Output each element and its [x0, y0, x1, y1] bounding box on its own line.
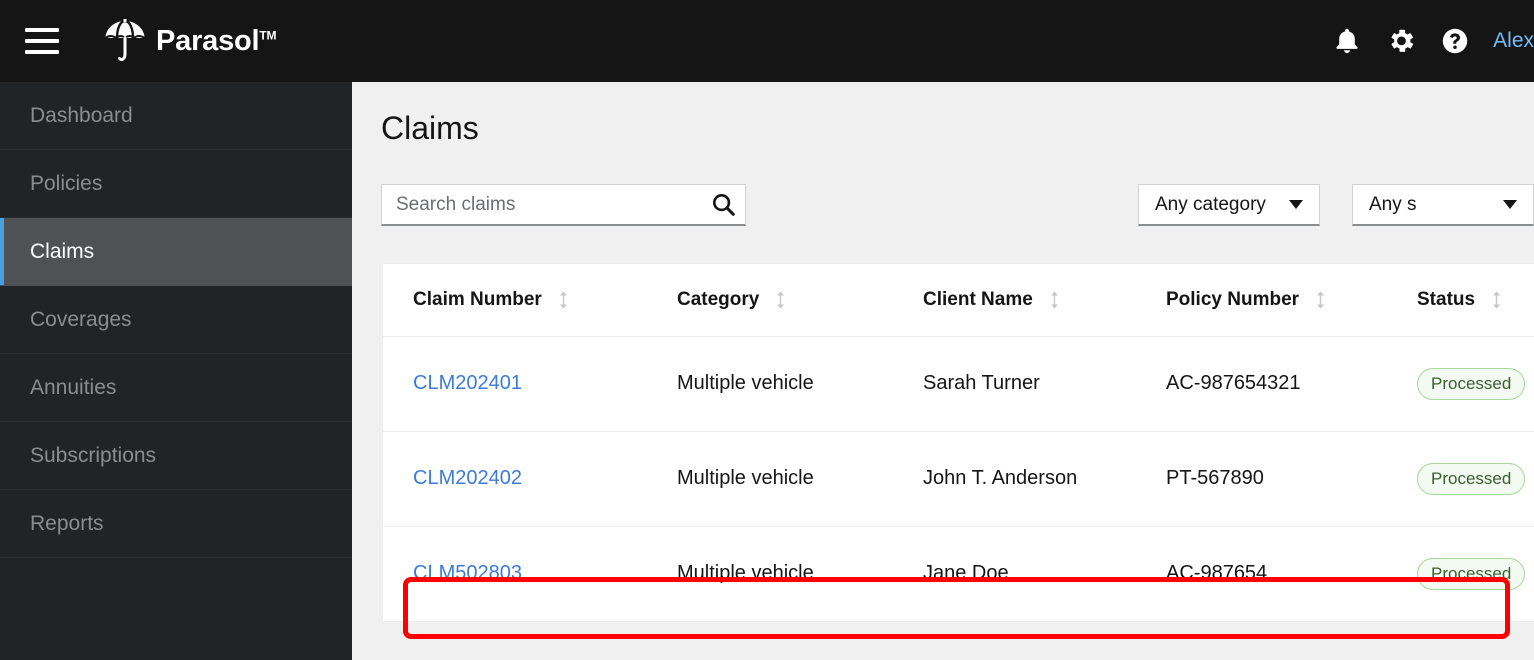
claim-number-link[interactable]: CLM502803 [413, 562, 522, 584]
column-header-category[interactable]: Category [647, 264, 893, 337]
main-content: Claims Any category Any s [352, 82, 1534, 660]
application-window: ParasolTM Alex Dashboard Policies Claims… [0, 0, 1534, 660]
sidebar-navigation: Dashboard Policies Claims Coverages Annu… [0, 82, 352, 660]
column-header-client-name[interactable]: Client Name [893, 264, 1136, 337]
cell-status: Processed [1387, 431, 1534, 527]
brand-trademark: TM [259, 27, 277, 42]
brand-name: ParasolTM [156, 24, 277, 58]
cell-client-name: Sarah Turner [893, 336, 1136, 432]
cell-policy-number: AC-987654 [1166, 562, 1268, 585]
filter-group: Any category Any s [1138, 184, 1534, 226]
search-icon[interactable] [701, 185, 745, 224]
search-input[interactable] [382, 185, 701, 224]
user-menu[interactable]: Alex [1482, 29, 1534, 53]
settings-gear-icon[interactable] [1374, 0, 1428, 82]
sidebar-item-reports[interactable]: Reports [0, 490, 352, 558]
sidebar-item-annuities[interactable]: Annuities [0, 354, 352, 422]
column-header-label: Client Name [923, 288, 1033, 310]
sort-arrows-icon [775, 291, 786, 309]
sort-arrows-icon [558, 291, 569, 309]
status-filter-dropdown[interactable]: Any s [1352, 184, 1534, 226]
table-header-row: Claim Number Category Client Name Policy… [383, 264, 1534, 337]
cell-status: Processed [1387, 336, 1534, 432]
hamburger-bar [25, 39, 59, 43]
masthead-actions: Alex [1320, 0, 1534, 82]
sidebar-item-claims[interactable]: Claims [0, 218, 352, 286]
column-header-policy-number[interactable]: Policy Number [1136, 264, 1387, 337]
brand-logo-link[interactable]: ParasolTM [103, 16, 277, 66]
sidebar-item-label: Policies [30, 171, 103, 195]
category-filter-label: Any category [1155, 193, 1266, 215]
hamburger-bar [25, 28, 59, 32]
cell-policy-number: PT-567890 [1136, 431, 1387, 527]
status-badge: Processed [1417, 557, 1526, 590]
notifications-bell-icon[interactable] [1320, 0, 1374, 82]
cell-category: Multiple vehicle [647, 431, 893, 527]
sort-arrows-icon [1049, 291, 1060, 309]
claim-number-link[interactable]: CLM202402 [413, 467, 522, 489]
sidebar-item-label: Coverages [30, 307, 132, 331]
page-title: Claims [381, 110, 479, 146]
cell-policy-number: AC-987654321 [1136, 336, 1387, 432]
sidebar-item-subscriptions[interactable]: Subscriptions [0, 422, 352, 490]
cell-client-name: Jane Doe [923, 562, 1009, 585]
cell-client-name: John T. Anderson [893, 431, 1136, 527]
column-header-label: Category [677, 288, 760, 310]
claims-toolbar: Any category Any s [352, 169, 1534, 241]
sidebar-item-label: Reports [30, 511, 104, 535]
chevron-down-icon [1289, 200, 1303, 209]
claims-table-container: Claim Number Category Client Name Policy… [382, 263, 1534, 622]
sort-arrows-icon [1315, 291, 1326, 309]
cell-claim-number: CLM502803 [383, 526, 647, 621]
status-badge: Processed [1417, 367, 1526, 400]
claims-table-body: CLM202401 Multiple vehicle Sarah Turner … [383, 336, 1534, 621]
table-row[interactable]: CLM202401 Multiple vehicle Sarah Turner … [383, 336, 1534, 432]
column-header-label: Claim Number [413, 288, 542, 310]
sidebar-item-label: Annuities [30, 375, 117, 399]
claims-table-head: Claim Number Category Client Name Policy… [383, 264, 1534, 337]
hamburger-menu-icon[interactable] [25, 28, 59, 54]
sort-arrows-icon [1491, 291, 1502, 309]
status-badge: Processed [1417, 462, 1526, 495]
claim-number-link[interactable]: CLM202401 [413, 372, 522, 394]
sidebar-item-dashboard[interactable]: Dashboard [0, 82, 352, 150]
sidebar-item-coverages[interactable]: Coverages [0, 286, 352, 354]
column-header-status[interactable]: Status [1387, 264, 1534, 337]
sidebar-item-label: Subscriptions [30, 443, 157, 467]
masthead: ParasolTM Alex [0, 0, 1534, 82]
hamburger-bar [25, 50, 59, 54]
cell-claim-number: CLM202401 [383, 336, 647, 432]
cell-status: Processed [1387, 526, 1534, 621]
sidebar-item-label: Claims [30, 239, 95, 263]
column-header-claim-number[interactable]: Claim Number [383, 264, 647, 337]
brand-name-text: Parasol [156, 24, 260, 57]
cell-category: Multiple vehicle [647, 336, 893, 432]
umbrella-icon [103, 16, 147, 66]
table-row[interactable]: CLM502803 Multiple vehicle Jane Doe AC-9… [383, 526, 1534, 621]
cell-claim-number: CLM202402 [383, 431, 647, 527]
help-question-circle-icon[interactable] [1428, 0, 1482, 82]
sidebar-item-label: Dashboard [30, 103, 133, 127]
cell-category: Multiple vehicle [677, 562, 814, 585]
status-filter-label: Any s [1369, 193, 1417, 215]
chevron-down-icon [1503, 200, 1517, 209]
table-row[interactable]: CLM202402 Multiple vehicle John T. Ander… [383, 431, 1534, 527]
column-header-label: Policy Number [1166, 288, 1300, 310]
claims-table: Claim Number Category Client Name Policy… [383, 264, 1534, 621]
sidebar-item-policies[interactable]: Policies [0, 150, 352, 218]
column-header-label: Status [1417, 288, 1476, 310]
search-claims-box [381, 184, 746, 226]
category-filter-dropdown[interactable]: Any category [1138, 184, 1320, 226]
